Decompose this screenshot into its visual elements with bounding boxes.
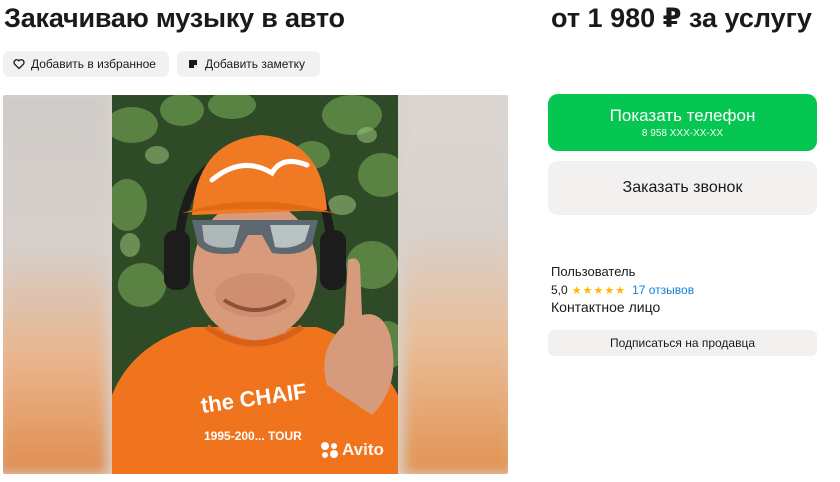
add-to-favorites-label: Добавить в избранное — [31, 57, 156, 71]
rating-score: 5,0 — [551, 283, 568, 297]
listing-photo[interactable]: the CHAIF 1995-200... TOUR — [112, 95, 398, 474]
show-phone-button[interactable]: Показать телефон 8 958 XXX-XX-XX — [548, 94, 817, 151]
avito-watermark: Avito — [319, 440, 384, 460]
note-icon — [187, 58, 199, 70]
star-icon: ★ — [571, 284, 582, 297]
avito-watermark-text: Avito — [342, 440, 384, 459]
reviews-link[interactable]: 17 отзывов — [632, 283, 694, 297]
seller-role: Контактное лицо — [551, 299, 661, 315]
seller-rating: 5,0 ★ ★ ★ ★ ★ 17 отзывов — [551, 283, 694, 297]
star-icon: ★ — [593, 284, 604, 297]
show-phone-label: Показать телефон — [609, 106, 756, 125]
heart-icon — [13, 58, 25, 70]
rating-stars: ★ ★ ★ ★ ★ — [572, 284, 626, 297]
seller-type: Пользователь — [551, 264, 636, 279]
phone-masked: 8 958 XXX-XX-XX — [641, 128, 724, 139]
subscribe-seller-button[interactable]: Подписаться на продавца — [548, 330, 817, 356]
shirt-print-sub: 1995-200... TOUR — [204, 429, 302, 443]
star-icon: ★ — [582, 284, 593, 297]
gallery-blur-right — [404, 95, 508, 474]
listing-title: Закачиваю музыку в авто — [4, 3, 345, 33]
avito-logo-icon — [319, 441, 339, 459]
listing-price: от 1 980 ₽ за услугу — [551, 3, 812, 33]
star-icon: ★ — [604, 284, 615, 297]
add-to-favorites-button[interactable]: Добавить в избранное — [3, 51, 169, 77]
add-note-button[interactable]: Добавить заметку — [177, 51, 320, 77]
gallery-blur-left — [3, 95, 107, 474]
photo-gallery[interactable]: the CHAIF 1995-200... TOUR Avito — [3, 95, 508, 474]
request-call-button[interactable]: Заказать звонок — [548, 161, 817, 215]
star-icon: ★ — [615, 284, 626, 297]
add-note-label: Добавить заметку — [205, 57, 305, 71]
